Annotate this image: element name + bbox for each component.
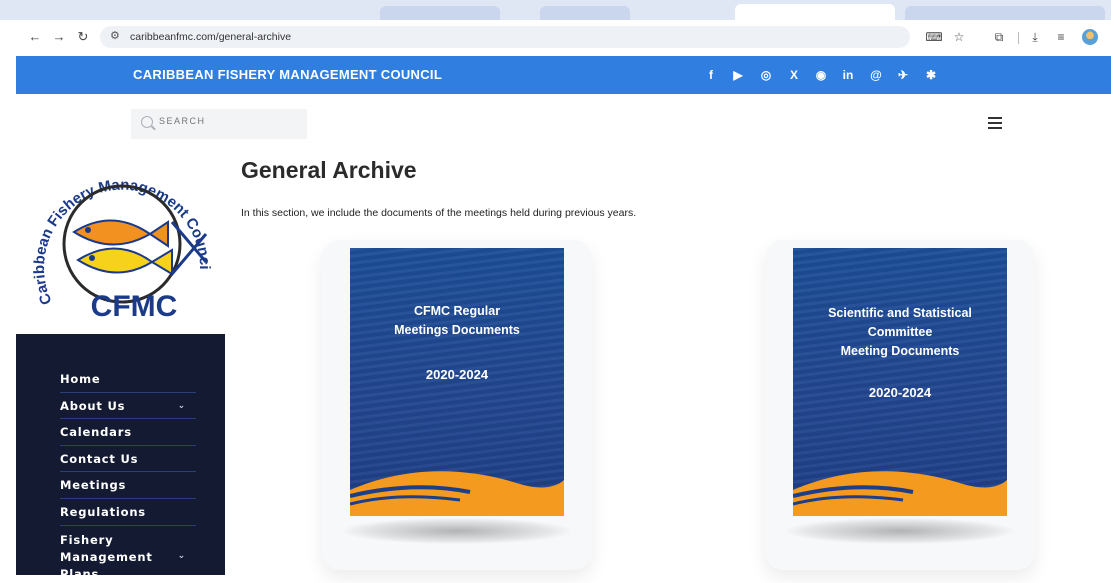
archive-card-ssc[interactable]: Scientific and Statistical Committee Mee… <box>793 248 1007 516</box>
card-title: Scientific and Statistical <box>828 306 972 320</box>
sidebar-item-label: Management <box>60 549 153 564</box>
address-bar[interactable]: ⚙ caribbeanfmc.com/general-archive <box>100 26 910 48</box>
url-text[interactable]: caribbeanfmc.com/general-archive <box>130 31 291 43</box>
browser-tab[interactable] <box>905 6 1105 20</box>
search-input[interactable] <box>159 116 299 126</box>
card-title: Meetings Documents <box>394 323 520 337</box>
card-shadow <box>342 518 572 544</box>
sidebar-item-label: Calendars <box>60 425 132 440</box>
logo-acronym: CFMC <box>91 290 178 323</box>
card-years: 2020-2024 <box>425 367 489 382</box>
sidebar-item-meetings[interactable]: Meetings <box>60 472 196 499</box>
browser-tab[interactable] <box>380 6 500 20</box>
sparkle-icon[interactable]: ✱ <box>921 65 941 85</box>
site-info-icon[interactable]: ⚙ <box>110 29 120 42</box>
card-shadow <box>785 518 1015 544</box>
back-icon[interactable]: ← <box>26 28 44 46</box>
sidebar-item-home[interactable]: Home <box>60 366 196 393</box>
search-box[interactable] <box>131 109 307 139</box>
sidebar-item-label: About Us <box>60 398 126 413</box>
instagram-icon[interactable]: ◎ <box>756 65 776 85</box>
sidebar-item-label: Contact Us <box>60 451 139 466</box>
profile-avatar[interactable] <box>1082 29 1098 45</box>
bluesky-icon[interactable]: ✈ <box>893 65 913 85</box>
browser-tab[interactable] <box>540 6 630 20</box>
threads-alt-icon[interactable]: @ <box>866 65 886 85</box>
translate-icon[interactable]: ⌨ <box>925 28 943 46</box>
card-title: Meeting Documents <box>840 344 960 358</box>
site-header-bar: CARIBBEAN FISHERY MANAGEMENT COUNCIL f ▶ ◎… <box>16 56 1111 94</box>
facebook-icon[interactable]: f <box>701 65 721 85</box>
hamburger-menu-icon[interactable] <box>988 117 1002 129</box>
card-title: CFMC Regular <box>413 304 501 318</box>
sidebar-item-fishery-management-plans[interactable]: Fishery Management Plans ⌄ <box>60 526 196 583</box>
card-wave-graphic <box>350 471 564 516</box>
chevron-down-icon[interactable]: ⌄ <box>178 393 186 419</box>
card-years: 2020-2024 <box>868 385 932 400</box>
sidebar-item-label: Regulations <box>60 504 146 519</box>
linkedin-icon[interactable]: in <box>838 65 858 85</box>
cfmc-logo[interactable]: Caribbean Fishery Management Council CFM… <box>22 152 222 324</box>
intro-text: In this section, we include the document… <box>241 207 637 219</box>
site-title[interactable]: CARIBBEAN FISHERY MANAGEMENT COUNCIL <box>133 67 442 82</box>
search-icon[interactable] <box>141 116 153 128</box>
sidebar-item-calendars[interactable]: Calendars <box>60 419 196 446</box>
sidebar-item-label: Fishery <box>60 532 114 547</box>
youtube-icon[interactable]: ▶ <box>728 65 748 85</box>
page-title: General Archive <box>241 157 417 183</box>
download-icon[interactable]: ⤓ <box>1026 28 1044 46</box>
toolbar-divider <box>1018 32 1019 44</box>
browser-tab-strip <box>0 0 1111 20</box>
sidebar-item-contact-us[interactable]: Contact Us <box>60 446 196 473</box>
sidebar-menu: Home About Us ⌄ Calendars Contact Us Meet… <box>60 366 196 583</box>
chevron-down-icon[interactable]: ⌄ <box>178 548 186 565</box>
card-title: Committee <box>867 325 933 339</box>
browser-toolbar: ← → ↻ ⚙ caribbeanfmc.com/general-archive… <box>0 20 1111 54</box>
sidebar-item-label: Meetings <box>60 478 127 493</box>
bookmark-star-icon[interactable]: ☆ <box>950 28 968 46</box>
sidebar-item-label: Plans <box>60 566 100 581</box>
sidebar-item-label: Home <box>60 372 101 386</box>
reload-icon[interactable]: ↻ <box>74 28 92 46</box>
card-wave-graphic <box>793 471 1007 516</box>
sidebar-nav: Home About Us ⌄ Calendars Contact Us Meet… <box>16 334 225 581</box>
forward-icon[interactable]: → <box>50 28 68 46</box>
x-icon[interactable]: X <box>784 65 804 85</box>
extensions-icon[interactable]: ⧉ <box>990 28 1008 46</box>
sidebar-item-regulations[interactable]: Regulations <box>60 499 196 526</box>
sidebar-item-about-us[interactable]: About Us ⌄ <box>60 393 196 420</box>
browser-tab-active[interactable] <box>735 4 895 20</box>
archive-card-cfmc-regular[interactable]: CFMC Regular Meetings Documents 2020-202… <box>350 248 564 516</box>
threads-icon[interactable]: ◉ <box>811 65 831 85</box>
reading-list-icon[interactable]: ≡ <box>1052 28 1070 46</box>
